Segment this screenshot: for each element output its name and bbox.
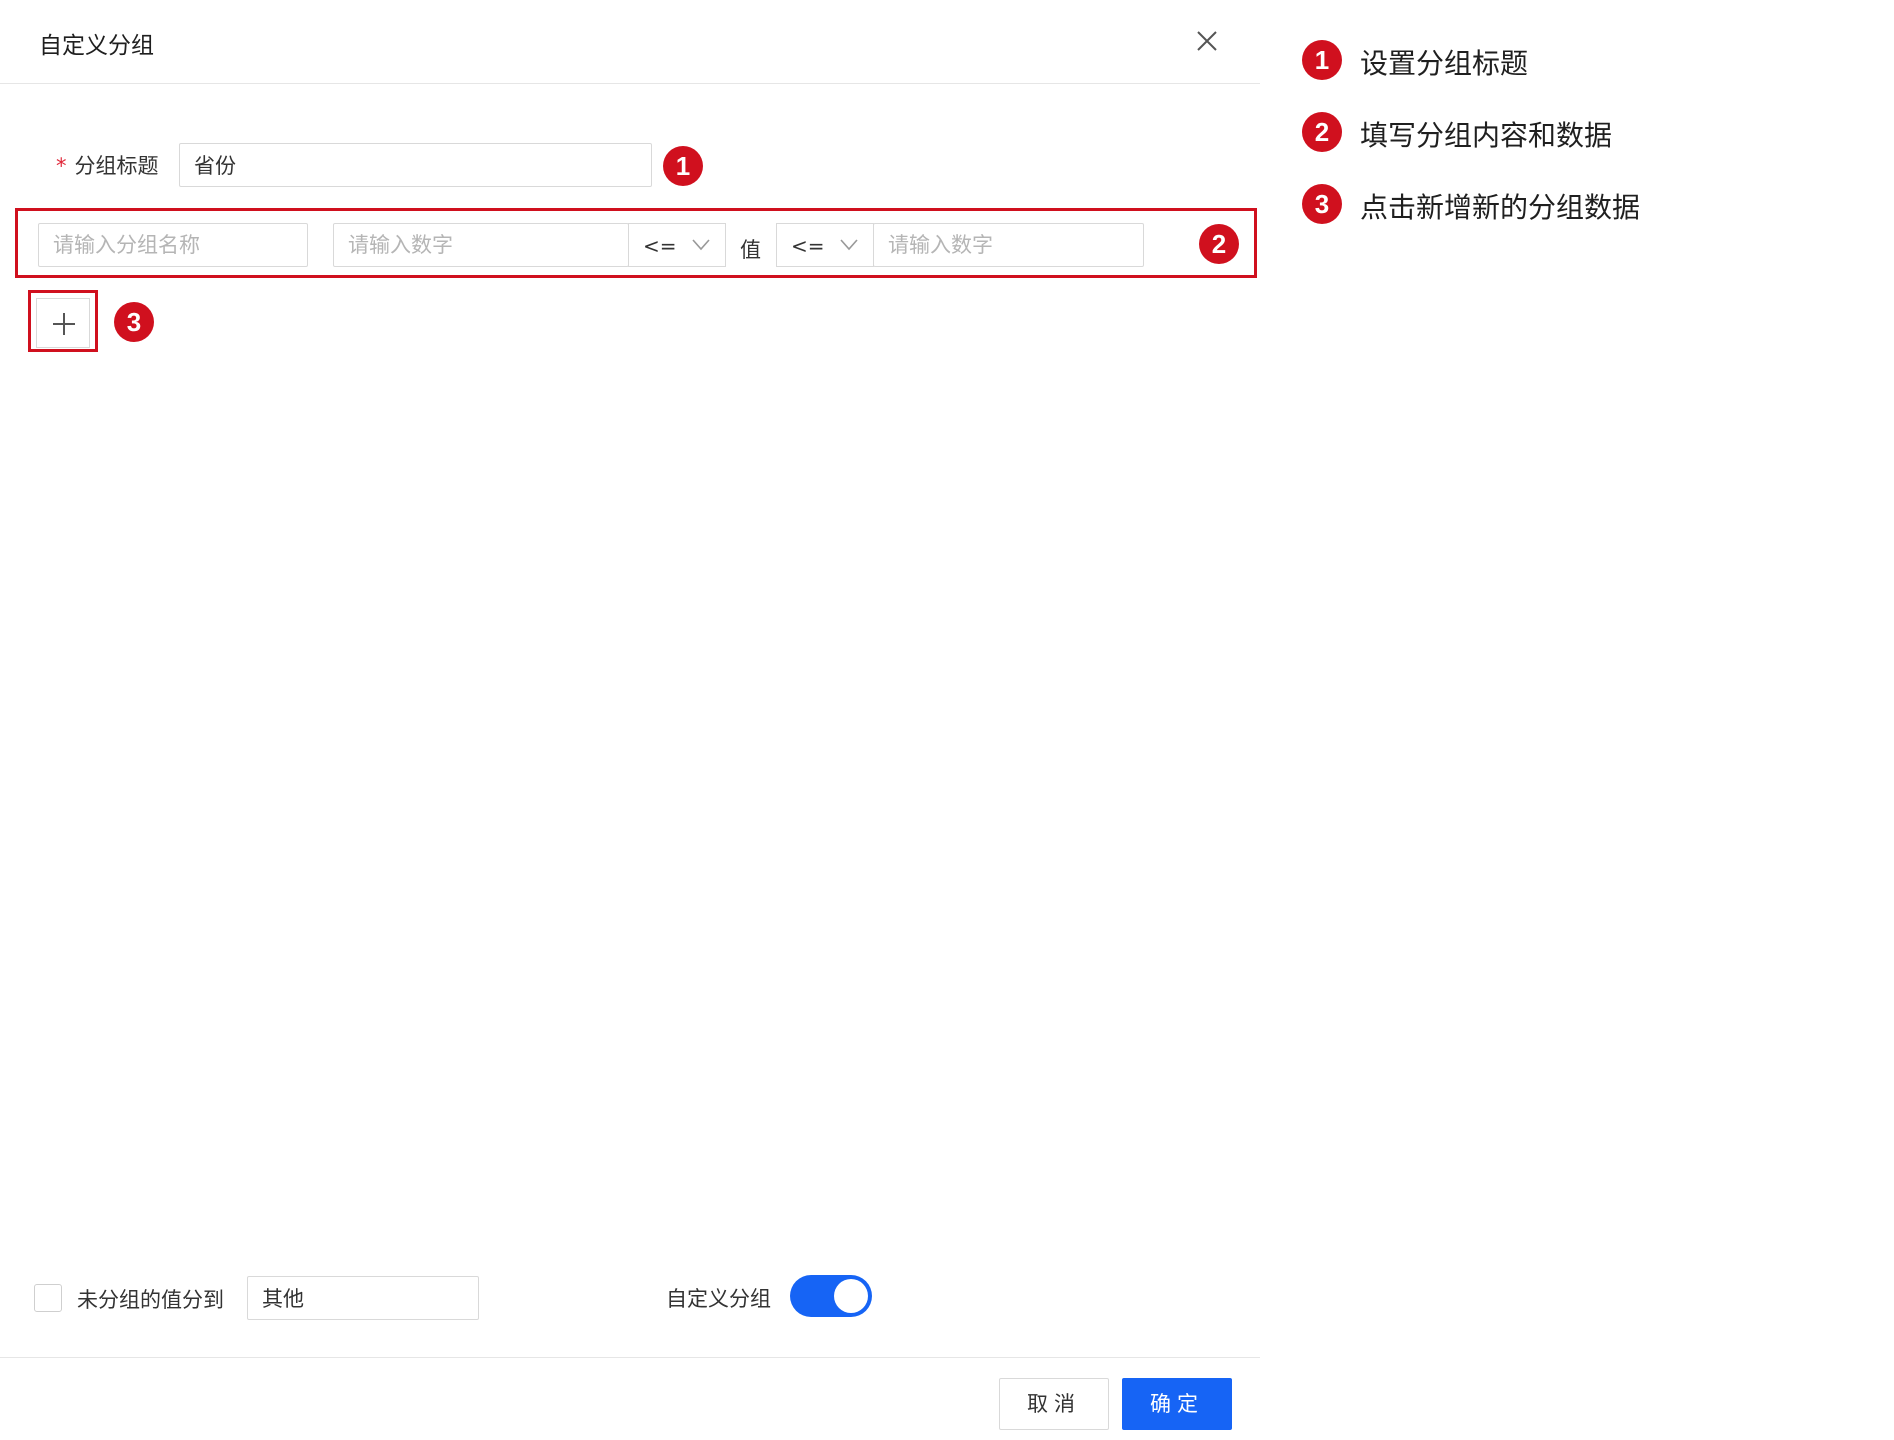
group-title-input[interactable] — [179, 143, 652, 187]
custom-group-label: 自定义分组 — [666, 1287, 771, 1311]
min-operator-value: <= — [643, 234, 677, 258]
footer-divider — [0, 1357, 1260, 1358]
close-icon[interactable] — [1192, 26, 1222, 56]
ungrouped-label: 未分组的值分到 — [77, 1288, 224, 1312]
custom-group-dialog: 自定义分组 *分组标题 1 <= 值 <= 2 3 未分组的值分到 自定义分组 … — [0, 0, 1260, 1440]
plus-icon — [53, 313, 75, 335]
add-group-button[interactable] — [36, 298, 90, 348]
max-operator-select[interactable]: <= — [776, 223, 874, 267]
custom-group-toggle[interactable] — [790, 1275, 872, 1317]
value-label: 值 — [740, 238, 761, 262]
ungrouped-target-input[interactable] — [247, 1276, 479, 1320]
toggle-knob — [834, 1279, 868, 1313]
required-mark: * — [56, 154, 67, 178]
cancel-button[interactable]: 取消 — [999, 1378, 1109, 1430]
group-title-label: * 分组标题 — [56, 150, 159, 180]
confirm-button[interactable]: 确定 — [1122, 1378, 1232, 1430]
group-name-input[interactable] — [38, 223, 308, 267]
group-title-label-text: 分组标题 — [74, 154, 159, 178]
legend-text-3: 点击新增新的分组数据 — [1360, 191, 1641, 224]
min-value-input[interactable] — [333, 223, 629, 267]
annotation-badge-1: 1 — [663, 146, 703, 186]
legend-text-1: 设置分组标题 — [1360, 47, 1529, 80]
dialog-title: 自定义分组 — [39, 33, 154, 59]
dialog-header: 自定义分组 — [0, 0, 1260, 84]
ungrouped-checkbox[interactable] — [34, 1284, 62, 1312]
chevron-down-icon — [840, 239, 858, 251]
max-value-input[interactable] — [873, 223, 1144, 267]
chevron-down-icon — [692, 239, 710, 251]
legend-text-2: 填写分组内容和数据 — [1360, 119, 1613, 152]
legend-badge-2: 2 — [1302, 112, 1342, 152]
legend-badge-3: 3 — [1302, 184, 1342, 224]
min-operator-select[interactable]: <= — [628, 223, 726, 267]
legend-badge-1: 1 — [1302, 40, 1342, 80]
annotation-badge-2: 2 — [1199, 224, 1239, 264]
annotation-badge-3: 3 — [114, 302, 154, 342]
max-operator-value: <= — [791, 234, 825, 258]
